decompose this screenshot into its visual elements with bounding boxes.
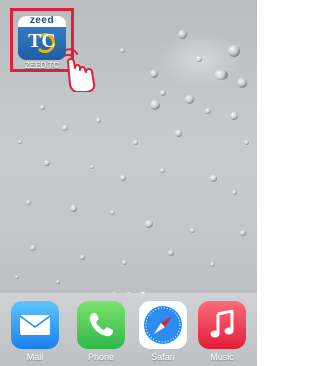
music-icon[interactable]	[198, 301, 246, 349]
zeed-tc-app-icon[interactable]: zeed TC	[18, 16, 66, 60]
home-screen: zeed TC ZEED TC Mail Phone Safari Music	[0, 0, 257, 366]
dock-item-mail[interactable]: Mail	[10, 301, 60, 362]
safari-icon[interactable]	[139, 301, 187, 349]
dock: Mail Phone Safari Music	[0, 293, 257, 366]
dock-item-safari[interactable]: Safari	[138, 301, 188, 362]
dock-label-mail: Mail	[26, 352, 44, 362]
tap-hand-icon	[63, 48, 96, 92]
app-logo-text: TC	[28, 30, 56, 52]
app-brand-text: zeed	[29, 16, 55, 26]
dock-item-phone[interactable]: Phone	[76, 301, 126, 362]
phone-icon[interactable]	[77, 301, 125, 349]
dock-label-phone: Phone	[87, 352, 115, 362]
mail-icon[interactable]	[11, 301, 59, 349]
dock-label-music: Music	[210, 352, 234, 362]
dock-label-safari: Safari	[151, 352, 175, 362]
dock-item-music[interactable]: Music	[197, 301, 247, 362]
